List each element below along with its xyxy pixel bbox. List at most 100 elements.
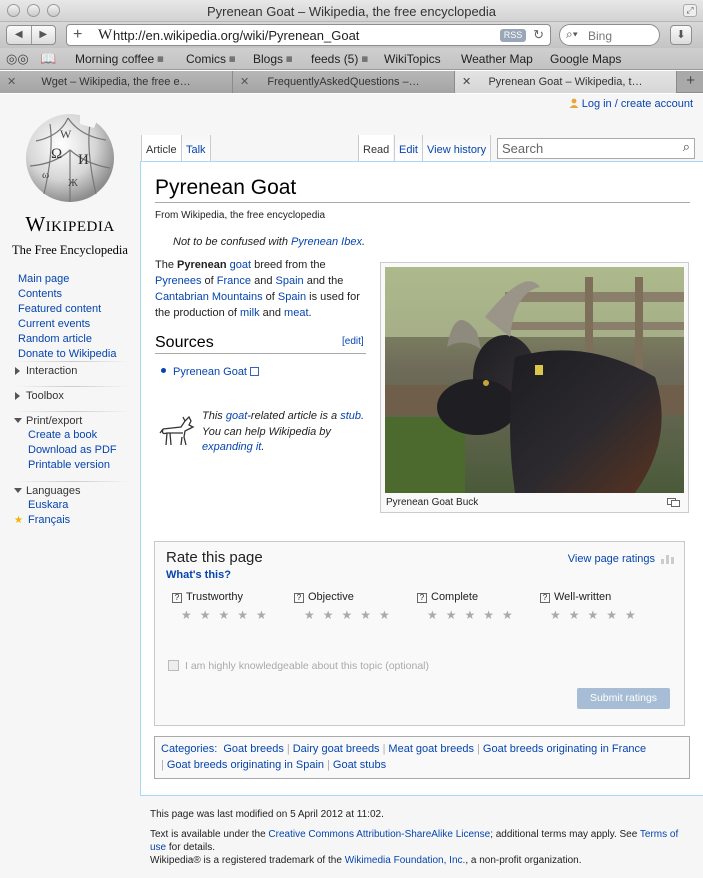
category-link[interactable]: Goat breeds originating in Spain bbox=[167, 759, 324, 771]
downloads-button[interactable]: ⬇ bbox=[670, 25, 692, 45]
web-page: Ω И W ω Ж Wikipedia The Free Encyclopedi… bbox=[0, 94, 703, 878]
category-link[interactable]: Goat stubs bbox=[333, 759, 386, 771]
goat-stub-icon bbox=[159, 415, 195, 446]
pyrenees-link[interactable]: Pyrenees bbox=[155, 275, 201, 287]
sidebar-item-random-article[interactable]: Random article bbox=[18, 332, 136, 347]
add-bookmark-icon[interactable]: + bbox=[73, 26, 82, 44]
fullscreen-icon[interactable]: ⤢ bbox=[683, 4, 697, 17]
edit-section-link[interactable]: [edit] bbox=[342, 336, 364, 347]
interaction-toggle[interactable]: Interaction bbox=[14, 364, 130, 378]
bookmark-comics[interactable]: Comics ▦ bbox=[186, 52, 236, 66]
submit-ratings-button[interactable]: Submit ratings bbox=[577, 688, 670, 709]
wikimedia-link[interactable]: Wikimedia Foundation, Inc. bbox=[345, 855, 466, 866]
url-text[interactable]: http://en.wikipedia.org/wiki/Pyrenean_Go… bbox=[113, 28, 359, 43]
whats-this-link[interactable]: What's this? bbox=[166, 569, 231, 581]
enlarge-icon[interactable] bbox=[667, 498, 680, 507]
view-page-ratings-link[interactable]: View page ratings bbox=[568, 553, 655, 565]
meat-link[interactable]: meat bbox=[284, 307, 308, 319]
print-export-toggle[interactable]: Print/export bbox=[14, 414, 130, 428]
image-caption: Pyrenean Goat Buck bbox=[386, 497, 479, 508]
category-link[interactable]: Goat breeds originating in France bbox=[483, 743, 646, 755]
categories-link[interactable]: Categories: bbox=[161, 743, 217, 755]
star-rating-objective[interactable]: ★★★★★ bbox=[304, 608, 398, 622]
stub-link[interactable]: stub bbox=[340, 410, 361, 422]
help-icon[interactable]: ? bbox=[172, 593, 182, 603]
spain-link[interactable]: Spain bbox=[278, 291, 306, 303]
france-link[interactable]: France bbox=[217, 275, 251, 287]
tab-read[interactable]: Read bbox=[358, 135, 394, 161]
knowledgeable-checkbox[interactable] bbox=[168, 660, 179, 671]
tab-wget[interactable]: ✕ Wget – Wikipedia, the free e… bbox=[0, 71, 233, 93]
tab-edit[interactable]: Edit bbox=[394, 135, 422, 161]
goat-link[interactable]: goat bbox=[226, 410, 247, 422]
languages-toggle[interactable]: Languages bbox=[14, 484, 130, 498]
create-book-link[interactable]: Create a book bbox=[14, 428, 130, 443]
bookmark-blogs[interactable]: Blogs ▦ bbox=[253, 52, 293, 66]
language-francais[interactable]: Français bbox=[14, 513, 130, 528]
search-input[interactable]: Search ⌕ bbox=[497, 138, 695, 159]
category-link[interactable]: Meat goat breeds bbox=[388, 743, 474, 755]
forward-button[interactable]: ▶ bbox=[32, 26, 56, 44]
sidebar-item-donate[interactable]: Donate to Wikipedia bbox=[18, 347, 136, 362]
expand-link[interactable]: expanding it bbox=[202, 441, 261, 453]
personal-tools: Log in / create account bbox=[569, 98, 693, 110]
cantabrian-mountains-link[interactable]: Cantabrian Mountains bbox=[155, 291, 263, 303]
bookmarks-book-icon[interactable]: 📖 bbox=[40, 51, 56, 67]
category-link[interactable]: Dairy goat breeds bbox=[293, 743, 380, 755]
bookmark-morning-coffee[interactable]: Morning coffee ▦ bbox=[75, 52, 164, 66]
milk-link[interactable]: milk bbox=[240, 307, 260, 319]
rating-title: Rate this page bbox=[166, 549, 263, 566]
source-link[interactable]: Pyrenean Goat bbox=[173, 366, 247, 378]
bookmark-feeds[interactable]: feeds (5) ▦ bbox=[311, 52, 368, 66]
help-icon[interactable]: ? bbox=[540, 593, 550, 603]
reading-list-icon[interactable]: ◎◎ bbox=[6, 51, 29, 67]
sidebar-item-contents[interactable]: Contents bbox=[18, 287, 136, 302]
tab-talk[interactable]: Talk bbox=[181, 135, 211, 161]
login-link[interactable]: Log in / create account bbox=[582, 98, 693, 110]
star-rating-trustworthy[interactable]: ★★★★★ bbox=[181, 608, 275, 622]
download-pdf-link[interactable]: Download as PDF bbox=[14, 443, 130, 458]
tab-view-history[interactable]: View history bbox=[422, 135, 492, 161]
help-icon[interactable]: ? bbox=[417, 593, 427, 603]
wikipedia-wordmark: Wikipedia bbox=[25, 212, 115, 236]
bookmark-weather-map[interactable]: Weather Map bbox=[461, 52, 533, 66]
tab-pyrenean-goat[interactable]: ✕ Pyrenean Goat – Wikipedia, t… bbox=[455, 71, 677, 93]
svg-text:W: W bbox=[60, 127, 72, 141]
help-icon[interactable]: ? bbox=[294, 593, 304, 603]
divider bbox=[14, 481, 130, 482]
reload-icon[interactable]: ↻ bbox=[533, 27, 544, 43]
category-link[interactable]: Goat breeds bbox=[223, 743, 284, 755]
cc-license-link[interactable]: Creative Commons Attribution-ShareAlike … bbox=[268, 829, 490, 840]
address-bar[interactable]: + W http://en.wikipedia.org/wiki/Pyrenea… bbox=[66, 24, 551, 46]
sidebar-item-main-page[interactable]: Main page bbox=[18, 272, 136, 287]
search-icon[interactable]: ⌕ bbox=[683, 139, 690, 155]
spain-link[interactable]: Spain bbox=[276, 275, 304, 287]
categories-box: Categories: Goat breeds | Dairy goat breed… bbox=[154, 736, 690, 779]
list-item: Pyrenean Goat bbox=[161, 366, 259, 378]
language-euskara[interactable]: Euskara bbox=[14, 498, 130, 513]
goat-link[interactable]: goat bbox=[230, 259, 251, 271]
tab-article[interactable]: Article bbox=[141, 135, 181, 161]
sidebar-item-featured-content[interactable]: Featured content bbox=[18, 302, 136, 317]
printable-version-link[interactable]: Printable version bbox=[14, 458, 130, 473]
user-icon bbox=[569, 98, 579, 108]
new-tab-icon[interactable]: + bbox=[686, 71, 695, 91]
bullet-icon bbox=[161, 368, 166, 373]
ratings-bars-icon bbox=[661, 555, 674, 564]
bookmark-google-maps[interactable]: Google Maps bbox=[550, 52, 621, 66]
toolbox-toggle[interactable]: Toolbox bbox=[14, 389, 130, 403]
star-rating-well-written[interactable]: ★★★★★ bbox=[550, 608, 644, 622]
svg-text:Ж: Ж bbox=[68, 177, 78, 189]
sidebar-item-current-events[interactable]: Current events bbox=[18, 317, 136, 332]
star-rating-complete[interactable]: ★★★★★ bbox=[427, 608, 521, 622]
bookmark-wikitopics[interactable]: WikiTopics bbox=[384, 52, 441, 66]
sources-heading: Sources bbox=[155, 333, 366, 354]
rss-button[interactable]: RSS bbox=[500, 29, 526, 42]
pyrenean-ibex-link[interactable]: Pyrenean Ibex bbox=[291, 236, 362, 248]
tab-faq[interactable]: ✕ FrequentlyAskedQuestions –… bbox=[233, 71, 455, 93]
goat-photo[interactable] bbox=[385, 267, 684, 493]
back-button[interactable]: ◀ bbox=[7, 26, 32, 44]
wikipedia-logo[interactable]: Ω И W ω Ж Wikipedia The Free Encyclopedi… bbox=[0, 106, 140, 257]
web-search-field[interactable]: ⌕▾ Bing bbox=[559, 24, 660, 46]
wikipedia-tagline: The Free Encyclopedia bbox=[12, 243, 128, 257]
